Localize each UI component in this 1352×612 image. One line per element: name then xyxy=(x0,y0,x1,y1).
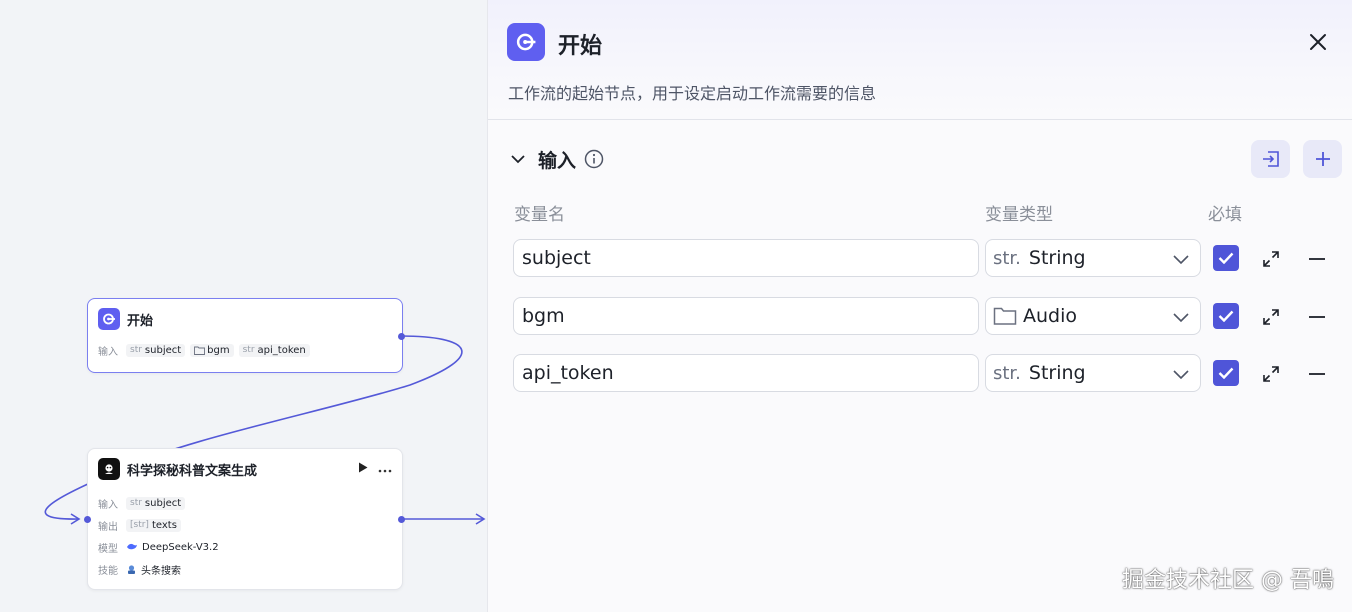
deepseek-icon xyxy=(127,543,137,550)
start-icon xyxy=(507,23,545,61)
llm-output-port[interactable] xyxy=(398,516,405,523)
required-checkbox[interactable] xyxy=(1213,245,1239,271)
close-icon[interactable] xyxy=(1306,30,1330,54)
watermark: 掘金技术社区 @ 吾鳴 xyxy=(1122,568,1334,593)
start-node[interactable]: 开始 输入 str subject bgm str api_token xyxy=(87,298,405,373)
folder-icon xyxy=(993,307,1017,325)
variable-type-select[interactable]: str. String xyxy=(985,239,1201,277)
expand-icon[interactable] xyxy=(1260,248,1282,270)
type-value: String xyxy=(1028,362,1086,384)
column-header-required: 必填 xyxy=(1208,205,1242,225)
row-label: 技能 xyxy=(98,565,118,577)
column-header-type: 变量类型 xyxy=(985,205,1053,225)
remove-icon[interactable] xyxy=(1306,248,1328,270)
required-checkbox[interactable] xyxy=(1213,303,1239,329)
start-output-port[interactable] xyxy=(398,333,405,340)
input-label: 输入 xyxy=(98,346,118,358)
input-chip-subject: str subject xyxy=(126,496,186,510)
variable-type-select[interactable]: Audio xyxy=(985,297,1201,335)
input-chip-bgm: bgm xyxy=(190,343,234,357)
output-chip-texts: [str] texts xyxy=(126,518,181,532)
panel-description: 工作流的起始节点，用于设定启动工作流需要的信息 xyxy=(508,84,877,103)
llm-node[interactable]: 科学探秘科普文案生成 输入 str subject 输出 [str] texts 模… xyxy=(84,448,405,590)
type-prefix: str. xyxy=(993,247,1021,269)
llm-input-port[interactable] xyxy=(84,516,91,523)
variable-name-input[interactable]: bgm xyxy=(513,297,979,335)
expand-icon[interactable] xyxy=(1260,306,1282,328)
row-label: 输出 xyxy=(98,521,118,533)
variable-name-input[interactable]: api_token xyxy=(513,354,979,392)
llm-node-title: 科学探秘科普文案生成 xyxy=(127,463,258,479)
expand-icon[interactable] xyxy=(1260,363,1282,385)
panel-header: 开始 工作流的起始节点，用于设定启动工作流需要的信息 xyxy=(488,0,1352,120)
required-checkbox[interactable] xyxy=(1213,360,1239,386)
variable-type-select[interactable]: str. String xyxy=(985,354,1201,392)
input-chip-api-token: str api_token xyxy=(238,343,310,357)
add-variable-button[interactable] xyxy=(1303,140,1342,178)
section-title: 输入 xyxy=(538,149,577,172)
toutiao-icon xyxy=(128,564,135,574)
remove-icon[interactable] xyxy=(1306,363,1328,385)
type-prefix: str. xyxy=(993,362,1021,384)
input-chip-subject: str subject xyxy=(126,343,186,357)
start-icon xyxy=(98,308,120,330)
ai-avatar-icon xyxy=(98,458,120,480)
variable-row: subject str. String xyxy=(513,239,1333,277)
run-icon[interactable] xyxy=(358,462,368,476)
start-node-title: 开始 xyxy=(127,313,154,329)
workflow-canvas[interactable]: 开始 输入 str subject bgm str api_token 科学探秘科普… xyxy=(0,0,487,612)
row-label: 模型 xyxy=(98,543,118,555)
import-icon xyxy=(1262,151,1279,167)
remove-icon[interactable] xyxy=(1306,306,1328,328)
chevron-down-icon[interactable] xyxy=(508,149,528,169)
chevron-down-icon xyxy=(1173,370,1189,380)
import-button[interactable] xyxy=(1251,140,1290,178)
model-name: DeepSeek-V3.2 xyxy=(142,541,219,553)
variable-row: api_token str. String xyxy=(513,354,1333,392)
info-icon[interactable] xyxy=(584,149,604,169)
type-value: String xyxy=(1028,247,1086,269)
type-value: Audio xyxy=(1023,305,1078,327)
folder-icon xyxy=(194,346,206,355)
variable-name-input[interactable]: subject xyxy=(513,239,979,277)
skill-name: 头条搜索 xyxy=(141,565,181,577)
chevron-down-icon xyxy=(1173,255,1189,265)
node-settings-panel: 开始 工作流的起始节点，用于设定启动工作流需要的信息 输入 变量名 变量类型 必… xyxy=(487,0,1352,612)
chevron-down-icon xyxy=(1173,313,1189,323)
more-icon[interactable] xyxy=(378,462,392,476)
row-label: 输入 xyxy=(98,499,118,511)
variable-row: bgm Audio xyxy=(513,297,1333,335)
column-header-name: 变量名 xyxy=(514,205,565,225)
plus-icon xyxy=(1315,152,1330,166)
input-section-header: 输入 xyxy=(508,140,1342,178)
panel-title: 开始 xyxy=(558,34,603,59)
